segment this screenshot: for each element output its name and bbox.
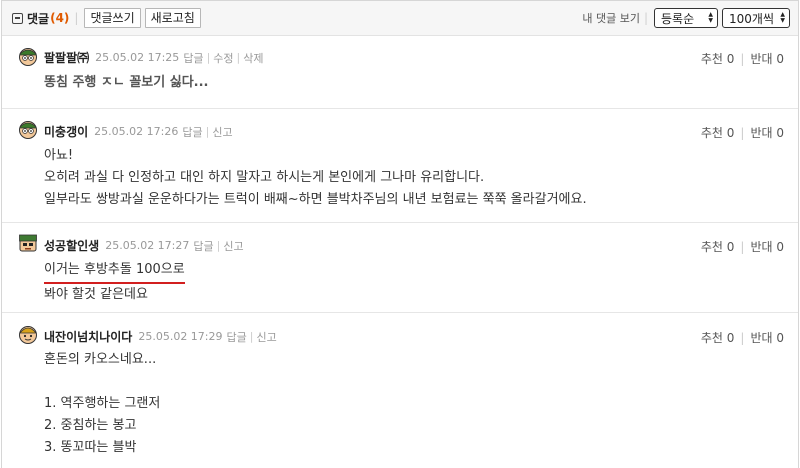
- select-arrows-icon: ▲ ▼: [780, 11, 785, 24]
- select-arrows-icon: ▲ ▼: [708, 11, 713, 24]
- vote-box: 추천 0 | 반대 0: [700, 331, 784, 345]
- vote-box: 추천 0 | 반대 0: [700, 52, 784, 66]
- comment-line: 아뇨!: [44, 148, 74, 163]
- comment-line: 혼돈의 카오스네요...: [44, 352, 157, 367]
- comment-body: 똥침 주행 ㅈㄴ 꼴보기 싫다...: [44, 72, 208, 94]
- avatar-icon: [19, 234, 37, 252]
- refresh-button[interactable]: 새로고침: [144, 8, 201, 28]
- collapse-toggle-icon[interactable]: [12, 12, 23, 24]
- delete-link[interactable]: 삭제: [243, 50, 263, 66]
- comment-body: 아뇨! 오히려 과실 다 인정하고 대인 하지 말자고 하시는게 본인에게 그나…: [44, 145, 587, 211]
- comment-title: 댓글: [27, 11, 50, 26]
- comment-date: 25.05.02 17:26: [94, 125, 179, 138]
- comment-author[interactable]: 성공할인생: [44, 237, 99, 254]
- vote-box: 추천 0 | 반대 0: [700, 240, 784, 254]
- toolbar-divider: |: [643, 11, 648, 25]
- comment-body: 혼돈의 카오스네요... 1. 역주행하는 그랜저 2. 중침하는 봉고 3. …: [44, 349, 160, 459]
- vote-box: 추천 0 | 반대 0: [700, 126, 784, 140]
- oppose-button[interactable]: 반대 0: [750, 240, 784, 254]
- comment-item: 미충갱이 25.05.02 17:26 답글 | 신고 추천 0 | 반대 0 아뇨…: [2, 109, 798, 223]
- report-link[interactable]: 신고: [212, 124, 232, 140]
- comment-line: 1. 역주행하는 그랜저: [44, 396, 161, 411]
- recommend-button[interactable]: 추천 0: [701, 126, 735, 140]
- comment-section: 댓글 (4) | 댓글쓰기 새로고침 내 댓글 보기 | 등록순 ▲ ▼ 100개…: [1, 0, 799, 468]
- comment-date: 25.05.02 17:29: [138, 330, 223, 343]
- comment-line: [44, 371, 160, 393]
- comment-author[interactable]: 미충갱이: [44, 123, 88, 140]
- comment-body: 이거는 후방추돌 100으로 봐야 할것 같은데요: [44, 259, 185, 306]
- reply-link[interactable]: 답글: [182, 124, 202, 140]
- recommend-button[interactable]: 추천 0: [701, 240, 735, 254]
- comment-line: 일부라도 쌍방과실 운운하다가는 트럭이 배째~하면 블박차주님의 내년 보험료…: [44, 192, 587, 207]
- comment-toolbar: 댓글 (4) | 댓글쓰기 새로고침 내 댓글 보기 | 등록순 ▲ ▼ 100개…: [2, 0, 798, 36]
- comment-line: 오히려 과실 다 인정하고 대인 하지 말자고 하시는게 본인에게 그나마 유리…: [44, 170, 485, 185]
- comment-line: 똥침 주행 ㅈㄴ 꼴보기 싫다...: [44, 75, 209, 90]
- order-select[interactable]: 등록순 ▲ ▼: [654, 8, 718, 28]
- comment-count: (4): [50, 11, 70, 25]
- comment-item: 성공할인생 25.05.02 17:27 답글 | 신고 추천 0 | 반대 0 이…: [2, 223, 798, 313]
- reply-link[interactable]: 답글: [227, 329, 247, 345]
- comment-meta: 내잔이넘치나이다 25.05.02 17:29 답글 | 신고: [44, 328, 277, 345]
- edit-link[interactable]: 수정: [213, 50, 233, 66]
- comment-item: 팔팔팔㈜ 25.05.02 17:25 답글 | 수정 | 삭제 추천 0 | 반대…: [2, 37, 798, 109]
- avatar-icon: [19, 121, 37, 139]
- comment-author[interactable]: 내잔이넘치나이다: [44, 328, 132, 345]
- comment-item: 내잔이넘치나이다 25.05.02 17:29 답글 | 신고 추천 0 | 반대 …: [2, 313, 798, 468]
- toolbar-divider: |: [74, 11, 79, 25]
- comment-line: 3. 똥꼬따는 블박: [44, 440, 137, 455]
- comment-author[interactable]: 팔팔팔㈜: [44, 49, 89, 66]
- avatar-icon: [19, 326, 37, 344]
- recommend-button[interactable]: 추천 0: [701, 331, 735, 345]
- comment-meta: 성공할인생 25.05.02 17:27 답글 | 신고: [44, 237, 244, 254]
- comment-date: 25.05.02 17:27: [105, 239, 190, 252]
- comment-meta: 팔팔팔㈜ 25.05.02 17:25 답글 | 수정 | 삭제: [44, 49, 264, 66]
- recommend-button[interactable]: 추천 0: [701, 52, 735, 66]
- comment-meta: 미충갱이 25.05.02 17:26 답글 | 신고: [44, 123, 233, 140]
- comment-date: 25.05.02 17:25: [95, 51, 180, 64]
- report-link[interactable]: 신고: [256, 329, 276, 345]
- perpage-select[interactable]: 100개씩 ▲ ▼: [722, 8, 790, 28]
- reply-link[interactable]: 답글: [183, 50, 203, 66]
- comment-line: 2. 중침하는 봉고: [44, 418, 137, 433]
- reply-link[interactable]: 답글: [193, 238, 213, 254]
- comment-line: 봐야 할것 같은데요: [44, 287, 148, 302]
- report-link[interactable]: 신고: [223, 238, 243, 254]
- perpage-select-value: 100개씩: [729, 11, 774, 26]
- write-comment-button[interactable]: 댓글쓰기: [84, 8, 141, 28]
- my-comments-link[interactable]: 내 댓글 보기: [582, 10, 640, 26]
- avatar-icon: [19, 48, 37, 66]
- oppose-button[interactable]: 반대 0: [750, 126, 784, 140]
- oppose-button[interactable]: 반대 0: [750, 52, 784, 66]
- oppose-button[interactable]: 반대 0: [750, 331, 784, 345]
- comment-line: 이거는 후방추돌 100으로: [44, 259, 185, 284]
- order-select-value: 등록순: [661, 11, 695, 26]
